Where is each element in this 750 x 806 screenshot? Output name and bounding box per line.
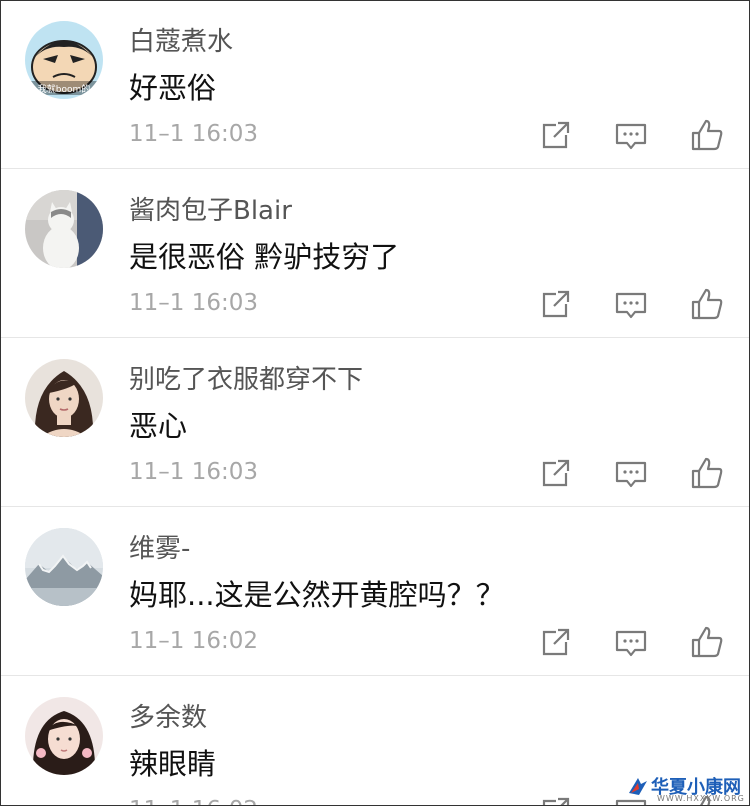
- comment-time: 11–1 16:03: [129, 290, 258, 316]
- comment-time: 11–1 16:03: [129, 121, 258, 147]
- comment-text: 好恶俗: [129, 71, 217, 105]
- comment-item: 维雾- 妈耶...这是公然开黄腔吗？？ 11–1 16:02: [1, 508, 749, 676]
- commenter-name[interactable]: 维雾-: [129, 528, 190, 565]
- like-button[interactable]: [689, 455, 725, 491]
- comment-text: 恶心: [129, 409, 188, 443]
- svg-text:我就boom的: 我就boom的: [38, 83, 91, 95]
- comment-item: 别吃了衣服都穿不下 恶心 11–1 16:03: [1, 339, 749, 507]
- comment-text: 妈耶...这是公然开黄腔吗？？: [129, 578, 505, 612]
- site-watermark: 华夏小康网 WWW.HXXKW.ORG: [627, 773, 745, 803]
- share-icon: [542, 121, 570, 149]
- watermark-logo-icon: [629, 778, 647, 795]
- reply-button[interactable]: [613, 117, 649, 153]
- like-button[interactable]: [689, 624, 725, 660]
- commenter-name[interactable]: 酱肉包子Blair: [129, 190, 292, 227]
- commenter-name[interactable]: 白蔻煮水: [129, 21, 233, 58]
- thumbs-up-icon: [691, 626, 723, 658]
- share-button[interactable]: [538, 793, 574, 805]
- comment-item: 酱肉包子Blair 是很恶俗 黔驴技穷了 11–1 16:03: [1, 170, 749, 338]
- share-icon: [542, 459, 570, 487]
- share-button[interactable]: [538, 624, 574, 660]
- comment-time: 11–1 16:03: [129, 459, 258, 485]
- comment-icon: [615, 123, 647, 150]
- share-button[interactable]: [538, 286, 574, 322]
- like-button[interactable]: [689, 117, 725, 153]
- commenter-name[interactable]: 多余数: [129, 697, 207, 734]
- thumbs-up-icon: [691, 457, 723, 489]
- share-button[interactable]: [538, 455, 574, 491]
- comment-item: 我就boom的 白蔻煮水 好恶俗 11–1 16:03: [1, 1, 749, 169]
- comment-list: 我就boom的 白蔻煮水 好恶俗 11–1 16:03 酱肉包子Blair 是很…: [0, 0, 750, 806]
- avatar[interactable]: [25, 697, 103, 775]
- thumbs-up-icon: [691, 119, 723, 151]
- avatar[interactable]: [25, 528, 103, 606]
- comment-icon: [615, 292, 647, 319]
- share-icon: [542, 628, 570, 656]
- share-icon: [542, 797, 570, 805]
- share-icon: [542, 290, 570, 318]
- comment-text: 辣眼睛: [129, 747, 217, 781]
- comment-icon: [615, 630, 647, 657]
- avatar[interactable]: [25, 190, 103, 268]
- avatar[interactable]: [25, 359, 103, 437]
- avatar[interactable]: 我就boom的: [25, 21, 103, 99]
- comment-text: 是很恶俗 黔驴技穷了: [129, 240, 400, 274]
- commenter-name[interactable]: 别吃了衣服都穿不下: [129, 359, 363, 396]
- comment-time: 11–1 16:02: [129, 797, 258, 805]
- thumbs-up-icon: [691, 288, 723, 320]
- share-button[interactable]: [538, 117, 574, 153]
- watermark-url: WWW.HXXKW.ORG: [657, 794, 745, 803]
- comment-time: 11–1 16:02: [129, 628, 258, 654]
- comment-icon: [615, 461, 647, 488]
- reply-button[interactable]: [613, 624, 649, 660]
- reply-button[interactable]: [613, 455, 649, 491]
- like-button[interactable]: [689, 286, 725, 322]
- reply-button[interactable]: [613, 286, 649, 322]
